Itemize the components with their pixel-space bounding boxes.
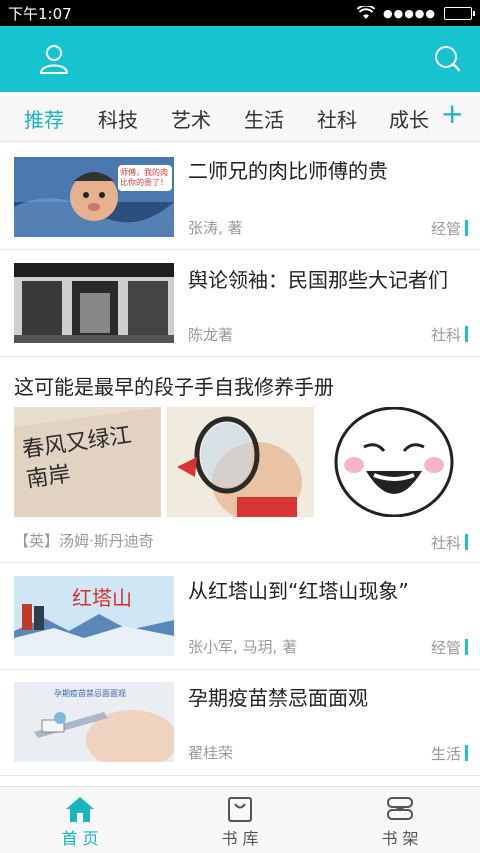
signal-icon: ●●●●● [383,6,436,20]
category-tabs: 推荐 科技 艺术 生活 社科 成长 + [0,92,480,142]
book-category: 生活 [431,743,469,764]
tab-growth[interactable]: 成长 [389,104,429,133]
book-author: 张小军, 马玥, 著 [188,638,298,656]
book-title: 二师兄的肉比师傅的贵 [188,159,388,183]
add-tab-icon[interactable]: + [441,100,464,128]
tab-recommend[interactable]: 推荐 [24,104,64,133]
tab-tech[interactable]: 科技 [98,104,138,133]
battery-icon [444,6,475,20]
book-author: 陈龙著 [188,326,234,344]
nav-library[interactable]: 书 库 [160,787,320,853]
book-category: 经管 [431,637,469,658]
status-bar: 下午1:07 ●●●●● [0,0,480,26]
tab-life[interactable]: 生活 [244,104,284,133]
book-thumbnail [14,263,174,343]
book-image [167,407,314,517]
status-indicators: ●●●●● [357,6,475,20]
wifi-icon [357,6,375,19]
nav-shelf-label: 书 架 [381,829,419,848]
book-title: 从红塔山到“红塔山现象” [188,579,409,603]
nav-shelf[interactable]: 书 架 [320,787,480,853]
list-item[interactable]: 红塔山 从红塔山到“红塔山现象” 张小军, 马玥, 著 经管 [0,563,480,670]
nav-home-label: 首 页 [61,829,99,848]
list-item[interactable]: 舆论领袖：民国那些大记者们 陈龙著 社科 [0,250,480,357]
home-icon [66,797,94,822]
app-header [0,26,480,92]
nav-library-label: 书 库 [221,829,259,848]
book-image [320,407,467,517]
book-author: 【英】汤姆·斯丹迪奇 [14,532,154,550]
book-thumbnail: 红塔山 [14,576,174,656]
status-time: 下午1:07 [8,4,72,23]
book-thumbnail: 师傅，我的肉比你的贵了！ [14,157,174,237]
bottom-nav: 首 页 书 库 书 架 [0,786,480,853]
book-title: 孕期疫苗禁忌面面观 [188,686,368,710]
nav-home[interactable]: 首 页 [0,787,160,853]
thumb-caption: 红塔山 [72,586,132,610]
list-item[interactable]: 孕期疫苗禁忌面面观 孕期疫苗禁忌面面观 翟桂荣 生活 [0,670,480,776]
book-title: 舆论领袖：民国那些大记者们 [188,268,448,292]
bag-icon [228,797,252,822]
book-author: 翟桂荣 [188,744,234,762]
book-thumbnail: 孕期疫苗禁忌面面观 [14,682,174,762]
book-title: 这可能是最早的段子手自我修养手册 [14,375,334,399]
search-icon[interactable] [433,43,463,75]
list-item[interactable]: 师傅，我的肉比你的贵了！ 二师兄的肉比师傅的贵 张涛, 著 经管 [0,143,480,250]
book-image: 春风又绿江南岸 [14,407,161,517]
tab-art[interactable]: 艺术 [171,104,211,133]
shelf-icon [387,797,413,820]
book-category: 社科 [431,324,469,345]
list-item[interactable]: 这可能是最早的段子手自我修养手册 春风又绿江南岸 【英】汤姆·斯丹迪奇 社科 [0,357,480,563]
book-author: 张涛, 著 [188,219,243,237]
book-category: 社科 [431,532,469,553]
tab-social[interactable]: 社科 [317,104,357,133]
thumb-caption: 师傅，我的肉比你的贵了！ [120,168,168,187]
user-icon[interactable] [39,43,69,75]
thumb-caption: 孕期疫苗禁忌面面观 [54,689,126,698]
book-category: 经管 [431,218,469,239]
